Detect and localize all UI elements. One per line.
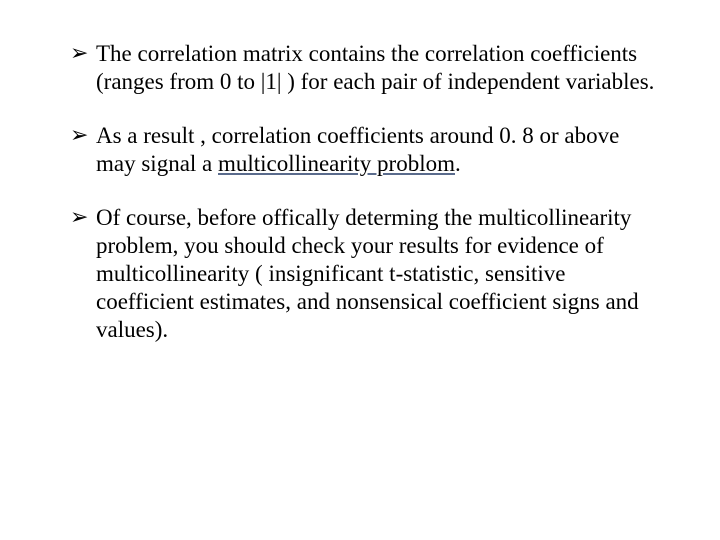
bullet-text: Of course, before offically determing th… xyxy=(96,205,639,342)
bullet-text: The correlation matrix contains the corr… xyxy=(96,41,654,94)
bullet-text-underlined: multicollinearity problom xyxy=(218,151,455,176)
bullet-list: The correlation matrix contains the corr… xyxy=(70,40,660,344)
slide-content: The correlation matrix contains the corr… xyxy=(0,0,720,410)
bullet-text-suffix: . xyxy=(455,151,461,176)
bullet-item: The correlation matrix contains the corr… xyxy=(70,40,660,96)
bullet-item: Of course, before offically determing th… xyxy=(70,204,660,344)
bullet-item: As a result , correlation coefficients a… xyxy=(70,122,660,178)
